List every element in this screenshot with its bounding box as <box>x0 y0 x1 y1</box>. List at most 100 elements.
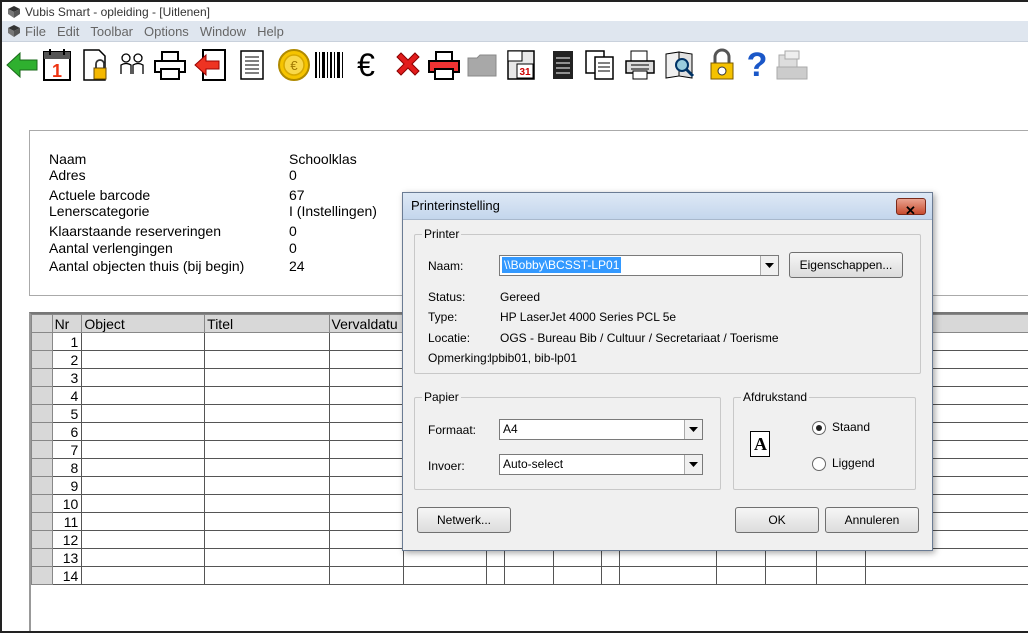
row-selector[interactable] <box>31 404 53 423</box>
feed-select[interactable]: Auto-select <box>499 454 703 475</box>
table-cell[interactable] <box>328 476 405 495</box>
ok-button[interactable]: OK <box>735 507 819 533</box>
users-icon[interactable] <box>114 46 150 84</box>
list-icon[interactable] <box>234 46 270 84</box>
landscape-radio[interactable] <box>812 457 826 471</box>
calendar-may-icon[interactable]: 31 <box>504 46 540 84</box>
help-icon[interactable]: ? <box>739 46 775 84</box>
row-selector[interactable] <box>31 476 53 495</box>
table-cell[interactable] <box>204 476 330 495</box>
table-cell[interactable] <box>328 386 405 405</box>
keyboard-printer-icon[interactable] <box>622 46 658 84</box>
exit-icon[interactable] <box>192 46 228 84</box>
table-cell[interactable] <box>403 548 488 567</box>
table-cell[interactable] <box>328 332 405 351</box>
table-cell[interactable] <box>486 548 505 567</box>
landscape-label[interactable]: Liggend <box>832 456 875 470</box>
row-selector[interactable] <box>31 422 53 441</box>
table-cell[interactable] <box>81 332 206 351</box>
row-selector[interactable] <box>31 530 53 549</box>
printer-icon[interactable] <box>152 46 188 84</box>
table-cell[interactable] <box>486 566 505 585</box>
table-cell[interactable] <box>815 566 866 585</box>
back-arrow-icon[interactable] <box>4 46 40 84</box>
grid-header-titel[interactable]: Titel <box>204 314 330 333</box>
folder-icon[interactable] <box>464 46 500 84</box>
grid-header-object[interactable]: Object <box>81 314 206 333</box>
barcode-icon[interactable] <box>312 46 348 84</box>
menu-help[interactable]: Help <box>257 24 284 39</box>
table-cell[interactable] <box>601 566 621 585</box>
table-cell[interactable] <box>552 566 603 585</box>
lock-gear-icon[interactable] <box>704 46 740 84</box>
table-cell[interactable] <box>601 548 621 567</box>
menu-file[interactable]: File <box>25 24 46 39</box>
row-selector[interactable] <box>31 332 53 351</box>
table-cell[interactable] <box>619 566 718 585</box>
table-cell[interactable] <box>204 530 330 549</box>
table-cell[interactable] <box>328 368 405 387</box>
properties-button[interactable]: Eigenschappen... <box>789 252 903 278</box>
table-cell[interactable] <box>765 548 817 567</box>
table-cell[interactable] <box>815 548 866 567</box>
document-lock-icon[interactable] <box>78 46 114 84</box>
portrait-label[interactable]: Staand <box>832 420 870 434</box>
table-cell[interactable] <box>81 548 206 567</box>
close-button[interactable]: ✕ <box>896 198 926 218</box>
table-cell[interactable] <box>204 350 330 369</box>
menu-app-icon[interactable] <box>7 24 21 38</box>
table-cell[interactable] <box>716 566 767 585</box>
table-cell[interactable] <box>81 494 206 513</box>
table-row[interactable]: 14 <box>31 566 1028 585</box>
table-cell[interactable] <box>81 386 206 405</box>
row-selector[interactable] <box>31 368 53 387</box>
table-cell[interactable] <box>328 566 405 585</box>
table-cell[interactable] <box>328 404 405 423</box>
copy-document-icon[interactable] <box>582 46 618 84</box>
table-cell[interactable] <box>81 422 206 441</box>
grid-header-vervaldatum[interactable]: Vervaldatu <box>328 314 405 333</box>
table-cell[interactable] <box>204 458 330 477</box>
table-cell[interactable] <box>81 404 206 423</box>
table-cell[interactable] <box>328 530 405 549</box>
table-cell[interactable] <box>204 368 330 387</box>
row-selector[interactable] <box>31 440 53 459</box>
table-cell[interactable] <box>204 404 330 423</box>
row-selector[interactable] <box>31 350 53 369</box>
table-cell[interactable] <box>81 530 206 549</box>
grid-header-nr[interactable]: Nr <box>51 314 83 333</box>
format-select[interactable]: A4 <box>499 419 703 440</box>
table-cell[interactable] <box>81 512 206 531</box>
table-cell[interactable] <box>81 440 206 459</box>
table-cell[interactable] <box>204 548 330 567</box>
table-cell[interactable] <box>204 566 330 585</box>
table-cell[interactable] <box>864 566 1028 585</box>
table-cell[interactable] <box>619 548 718 567</box>
row-selector[interactable] <box>31 494 53 513</box>
search-book-icon[interactable] <box>662 46 698 84</box>
cancel-button[interactable]: Annuleren <box>825 507 919 533</box>
book-icon[interactable] <box>545 46 581 84</box>
printer-color-icon[interactable] <box>426 46 462 84</box>
table-cell[interactable] <box>81 368 206 387</box>
portrait-radio[interactable] <box>812 421 826 435</box>
menu-window[interactable]: Window <box>200 24 246 39</box>
table-cell[interactable] <box>81 458 206 477</box>
delete-icon[interactable] <box>390 46 426 84</box>
table-cell[interactable] <box>204 422 330 441</box>
table-cell[interactable] <box>81 566 206 585</box>
table-cell[interactable] <box>204 386 330 405</box>
row-selector[interactable] <box>31 566 53 585</box>
chevron-down-icon[interactable] <box>684 455 702 474</box>
table-cell[interactable] <box>81 350 206 369</box>
table-cell[interactable] <box>403 566 488 585</box>
table-cell[interactable] <box>765 566 817 585</box>
table-cell[interactable] <box>328 494 405 513</box>
table-cell[interactable] <box>328 512 405 531</box>
chevron-down-icon[interactable] <box>760 256 778 275</box>
table-cell[interactable] <box>503 548 554 567</box>
table-cell[interactable] <box>864 548 1028 567</box>
row-selector[interactable] <box>31 458 53 477</box>
printer-gray-icon[interactable] <box>774 46 810 84</box>
network-button[interactable]: Netwerk... <box>417 507 511 533</box>
